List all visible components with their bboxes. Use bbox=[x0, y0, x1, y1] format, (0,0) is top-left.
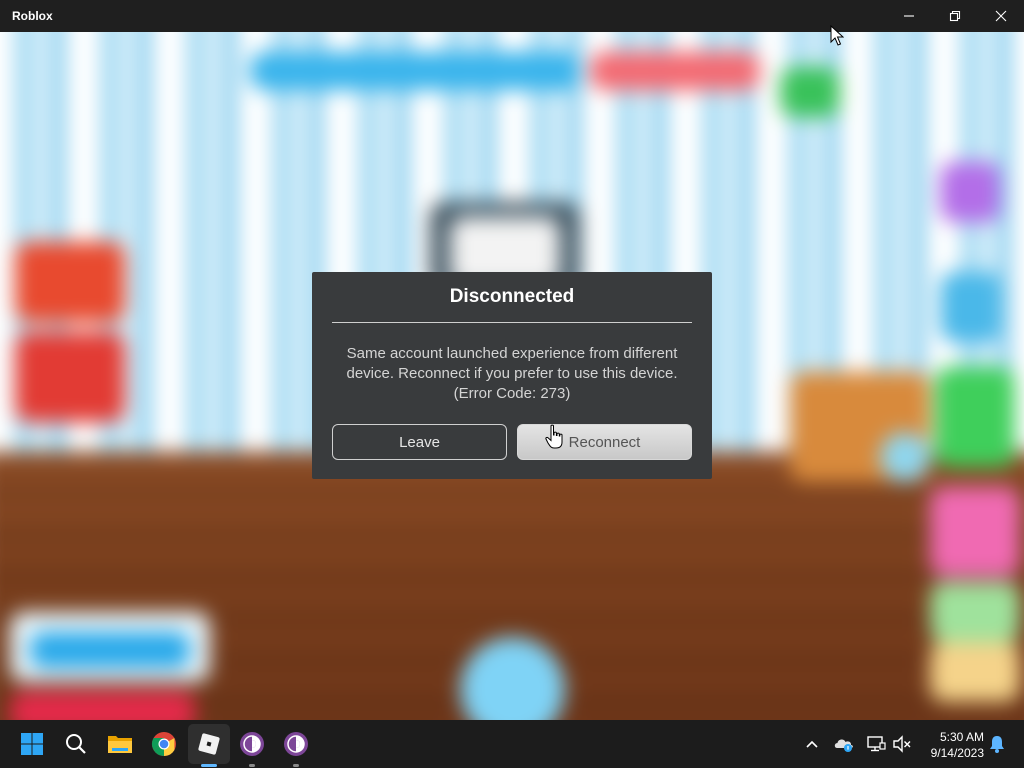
reconnect-button[interactable]: Reconnect bbox=[517, 424, 692, 460]
close-window-button[interactable] bbox=[978, 0, 1024, 32]
dialog-title: Disconnected bbox=[449, 286, 575, 307]
file-explorer-icon bbox=[108, 736, 132, 753]
dialog-error-code: (Error Code: 273) bbox=[453, 385, 571, 402]
maximize-button[interactable] bbox=[932, 0, 978, 32]
dialog-message-line-1: Same account launched experience from di… bbox=[346, 345, 678, 362]
network-icon bbox=[867, 736, 886, 752]
active-app-indicator bbox=[201, 764, 217, 767]
leave-button[interactable]: Leave bbox=[332, 424, 507, 460]
chevron-up-icon bbox=[806, 740, 818, 748]
network-tray-button[interactable] bbox=[864, 732, 888, 756]
clock-time: 5:30 AM bbox=[939, 730, 984, 744]
tor-browser-button-2[interactable] bbox=[280, 728, 312, 760]
start-icon bbox=[21, 733, 43, 755]
dialog-message: Same account launched experience from di… bbox=[332, 344, 692, 404]
system-clock[interactable]: 5:30 AM 9/14/2023 bbox=[920, 729, 984, 761]
taskbar-search-button[interactable] bbox=[60, 728, 92, 760]
hud-bar-blue bbox=[250, 52, 580, 90]
chrome-button[interactable] bbox=[148, 728, 180, 760]
blue-ui-button bbox=[30, 632, 190, 668]
minimize-button[interactable] bbox=[886, 0, 932, 32]
file-explorer-button[interactable] bbox=[104, 728, 136, 760]
onedrive-tray-button[interactable] bbox=[832, 732, 856, 756]
clock-date: 9/14/2023 bbox=[930, 746, 984, 760]
hud-green bbox=[780, 67, 840, 117]
dialog-divider bbox=[332, 322, 692, 323]
tor-browser-icon bbox=[284, 732, 308, 756]
red-ui-button bbox=[10, 692, 195, 720]
notifications-button[interactable] bbox=[985, 732, 1009, 756]
tor-browser-icon bbox=[240, 732, 264, 756]
close-icon bbox=[995, 10, 1007, 22]
roblox-taskbar-button[interactable] bbox=[193, 728, 225, 760]
hud-bar-red bbox=[590, 52, 760, 90]
speaker-muted-icon bbox=[893, 735, 911, 753]
chrome-icon bbox=[151, 732, 176, 756]
start-button[interactable] bbox=[16, 728, 48, 760]
tor-browser-button-1[interactable] bbox=[236, 728, 268, 760]
notification-bell-icon bbox=[990, 736, 1004, 753]
windows-taskbar: 5:30 AM 9/14/2023 bbox=[0, 720, 1024, 768]
hand-cursor-icon bbox=[545, 424, 563, 449]
dialog-message-line-2: device. Reconnect if you prefer to use t… bbox=[346, 365, 678, 382]
side-purple bbox=[940, 162, 1000, 222]
onedrive-icon bbox=[834, 739, 853, 752]
arrow-cursor-icon bbox=[830, 25, 844, 46]
window-title-bar[interactable]: Roblox bbox=[0, 0, 1024, 32]
search-icon bbox=[66, 734, 86, 754]
restore-icon bbox=[949, 10, 961, 22]
disconnected-dialog: Disconnected Same account launched exper… bbox=[312, 272, 712, 479]
minimize-icon bbox=[904, 15, 914, 17]
show-hidden-icons-button[interactable] bbox=[800, 732, 824, 756]
roblox-icon bbox=[198, 733, 220, 755]
volume-tray-button[interactable] bbox=[890, 732, 914, 756]
window-title: Roblox bbox=[12, 9, 53, 23]
red-object bbox=[15, 242, 125, 322]
